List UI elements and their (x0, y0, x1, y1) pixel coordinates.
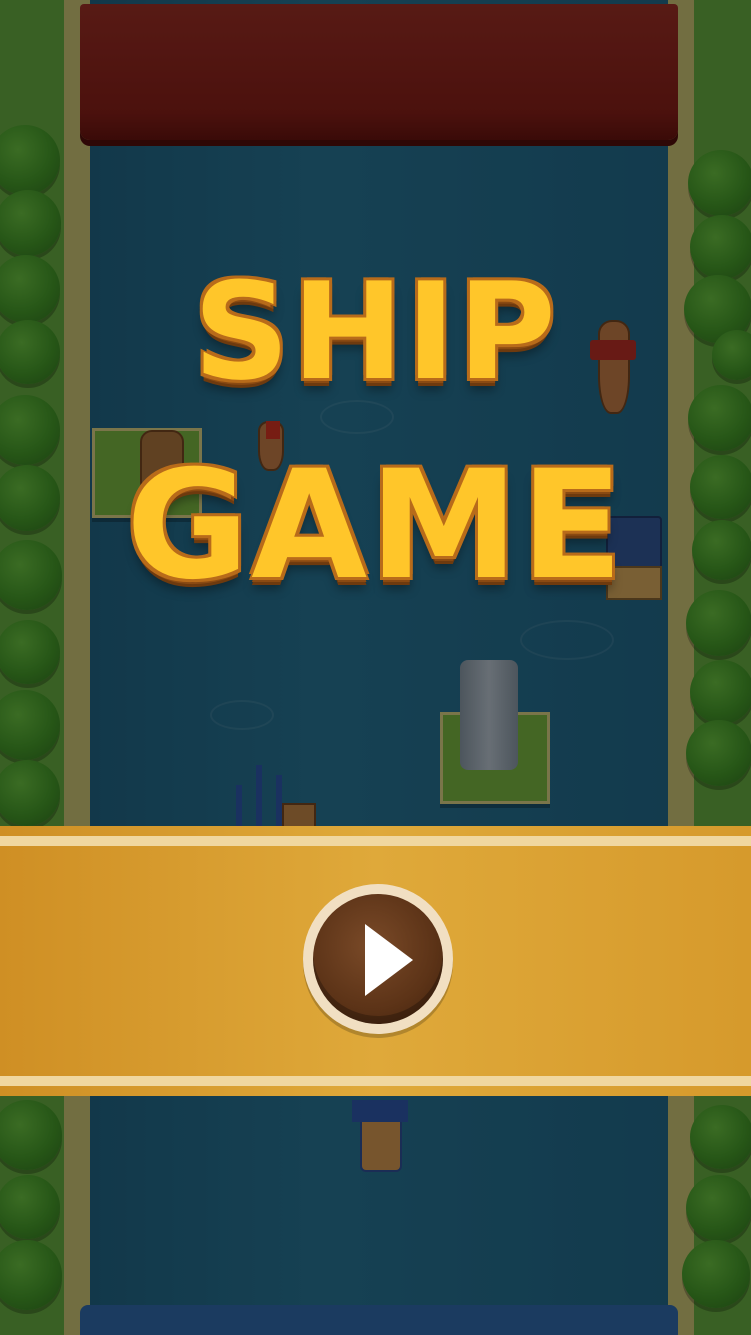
banner-stripe-bottom (0, 1076, 751, 1086)
game-scene: SHIP GAME (0, 0, 751, 1335)
dim-overlay (0, 0, 751, 1335)
game-title-line2: GAME (126, 439, 625, 613)
play-button-wood (313, 894, 443, 1024)
banner-stripe-top (0, 836, 751, 846)
play-button[interactable] (303, 884, 453, 1034)
game-title-line1: SHIP (193, 254, 558, 410)
play-icon (365, 924, 413, 996)
